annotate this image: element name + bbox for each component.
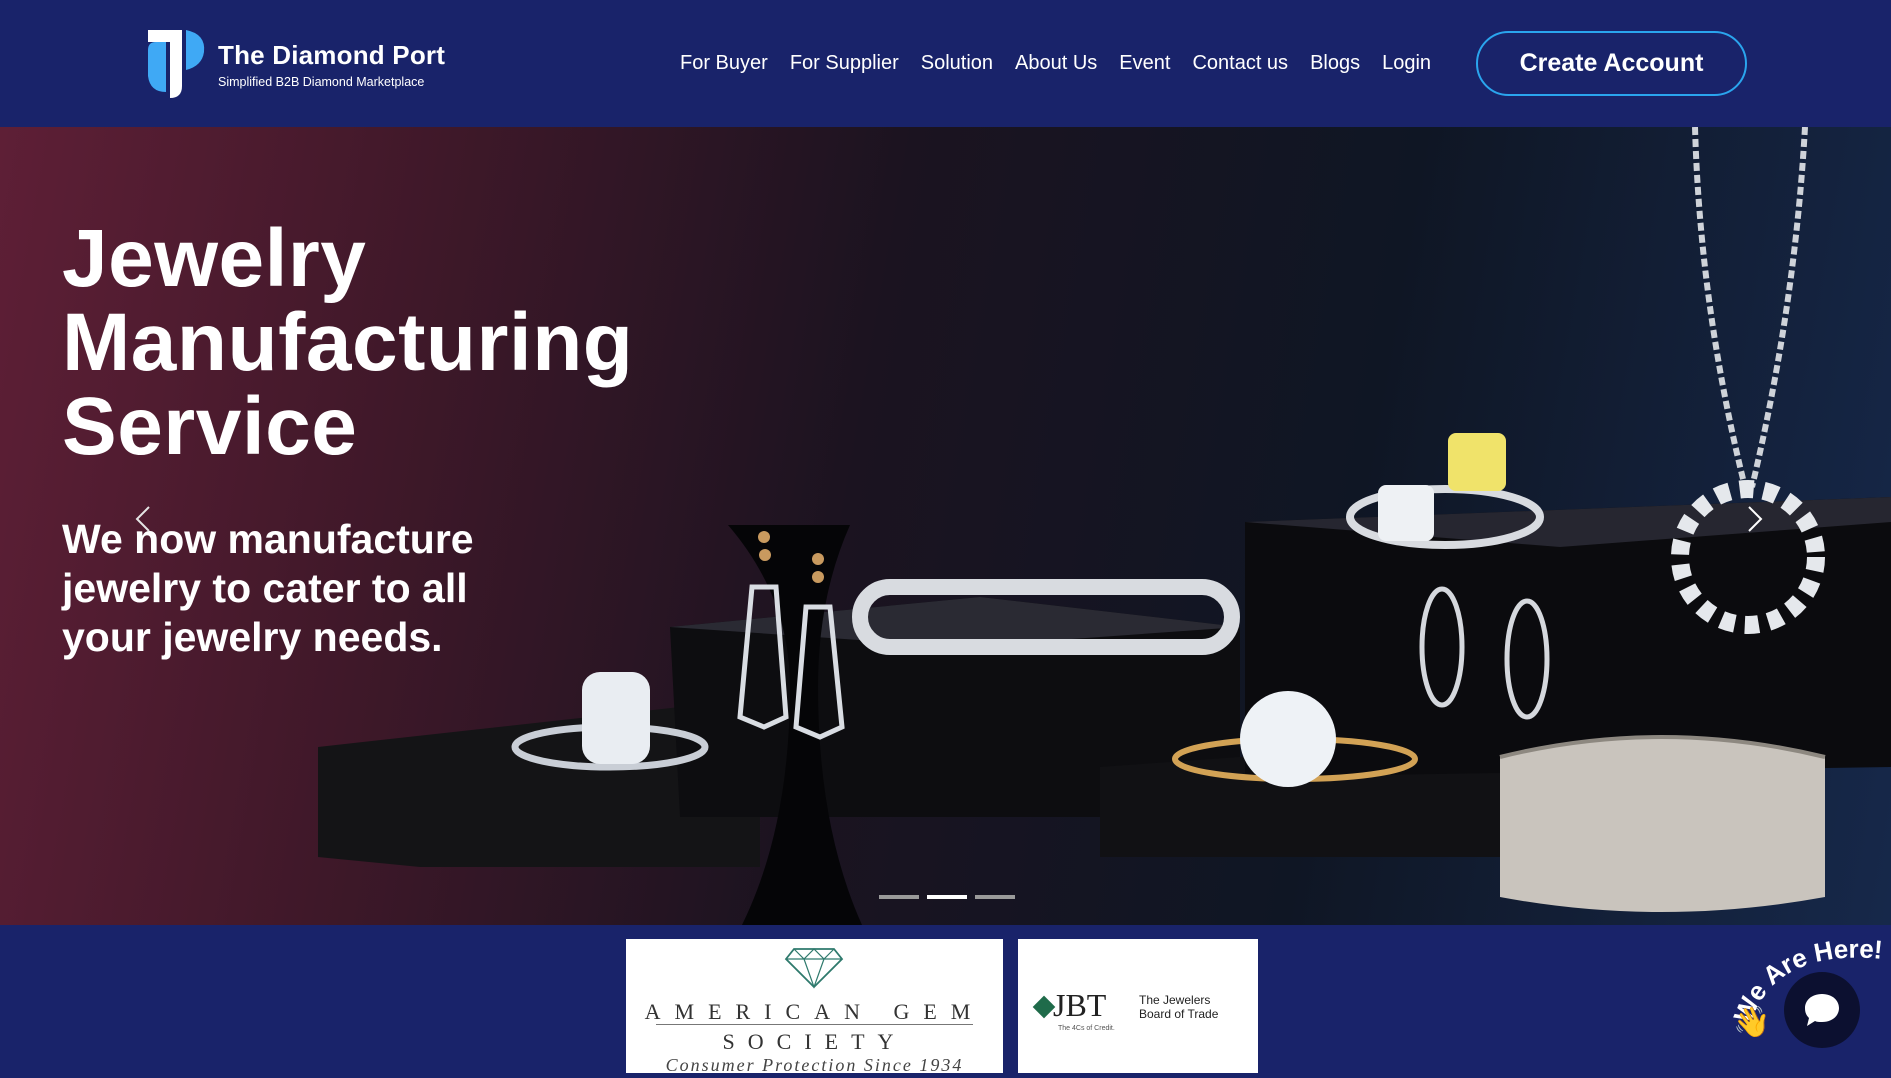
ags-divider: [656, 1024, 973, 1025]
partners-strip: AMERICAN GEM SOCIETY Consumer Protection…: [0, 925, 1891, 1078]
jbt-name: The Jewelers Board of Trade: [1139, 993, 1219, 1021]
nav-for-buyer[interactable]: For Buyer: [680, 52, 768, 75]
hero-subtitle-line: jewelry to cater to all: [62, 565, 468, 611]
brand-logo[interactable]: The Diamond Port Simplified B2B Diamond …: [148, 30, 448, 98]
chevron-left-icon: [135, 506, 150, 532]
ags-society: SOCIETY: [722, 1029, 907, 1054]
nav-about-us[interactable]: About Us: [1015, 52, 1097, 75]
hero-subtitle-line: We now manufacture: [62, 516, 474, 562]
chat-bubble-icon: [1805, 994, 1839, 1026]
nav-login[interactable]: Login: [1382, 52, 1431, 75]
nav-event[interactable]: Event: [1119, 52, 1170, 75]
create-account-button[interactable]: Create Account: [1476, 31, 1747, 96]
jbt-logo[interactable]: JBT The 4Cs of Credit. The Jewelers Boar…: [1018, 939, 1258, 1073]
nav-blogs[interactable]: Blogs: [1310, 52, 1360, 75]
chevron-right-icon: [1748, 506, 1763, 532]
diamond-port-logo-icon: [148, 30, 206, 98]
ags-name: AMERICAN GEM: [644, 999, 985, 1024]
hero-subtitle-line: your jewelry needs.: [62, 614, 443, 660]
jbt-mark: JBT: [1053, 987, 1107, 1023]
main-nav: For Buyer For Supplier Solution About Us…: [680, 46, 1431, 80]
carousel-dot-2[interactable]: [927, 895, 967, 899]
hero-title-line: Manufacturing: [62, 297, 634, 388]
carousel-dot-3[interactable]: [975, 895, 1015, 899]
nav-solution[interactable]: Solution: [921, 52, 993, 75]
site-header: The Diamond Port Simplified B2B Diamond …: [0, 0, 1891, 127]
carousel-prev-button[interactable]: [128, 499, 158, 539]
carousel-next-button[interactable]: [1740, 499, 1770, 539]
diamond-icon: [784, 948, 844, 989]
carousel-indicators: [879, 895, 1015, 899]
hero-title-line: Service: [62, 381, 358, 472]
hero-carousel: Jewelry Manufacturing Service We now man…: [0, 127, 1891, 925]
waving-hand-icon: 👋: [1733, 1006, 1771, 1039]
chat-widget: We Are Here! 👋: [1725, 925, 1891, 1078]
american-gem-society-logo[interactable]: AMERICAN GEM SOCIETY Consumer Protection…: [626, 939, 1003, 1075]
hero-title: Jewelry Manufacturing Service: [62, 217, 742, 469]
carousel-dot-1[interactable]: [879, 895, 919, 899]
ags-tagline: Consumer Protection Since 1934: [665, 1055, 964, 1075]
nav-for-supplier[interactable]: For Supplier: [790, 52, 899, 75]
nav-contact-us[interactable]: Contact us: [1192, 52, 1288, 75]
brand-name: The Diamond Port: [218, 39, 446, 70]
brand-tagline: Simplified B2B Diamond Marketplace: [218, 74, 425, 89]
hero-title-line: Jewelry: [62, 213, 367, 304]
open-chat-button[interactable]: [1784, 972, 1860, 1048]
jbt-slogan: The 4Cs of Credit.: [1058, 1025, 1115, 1032]
